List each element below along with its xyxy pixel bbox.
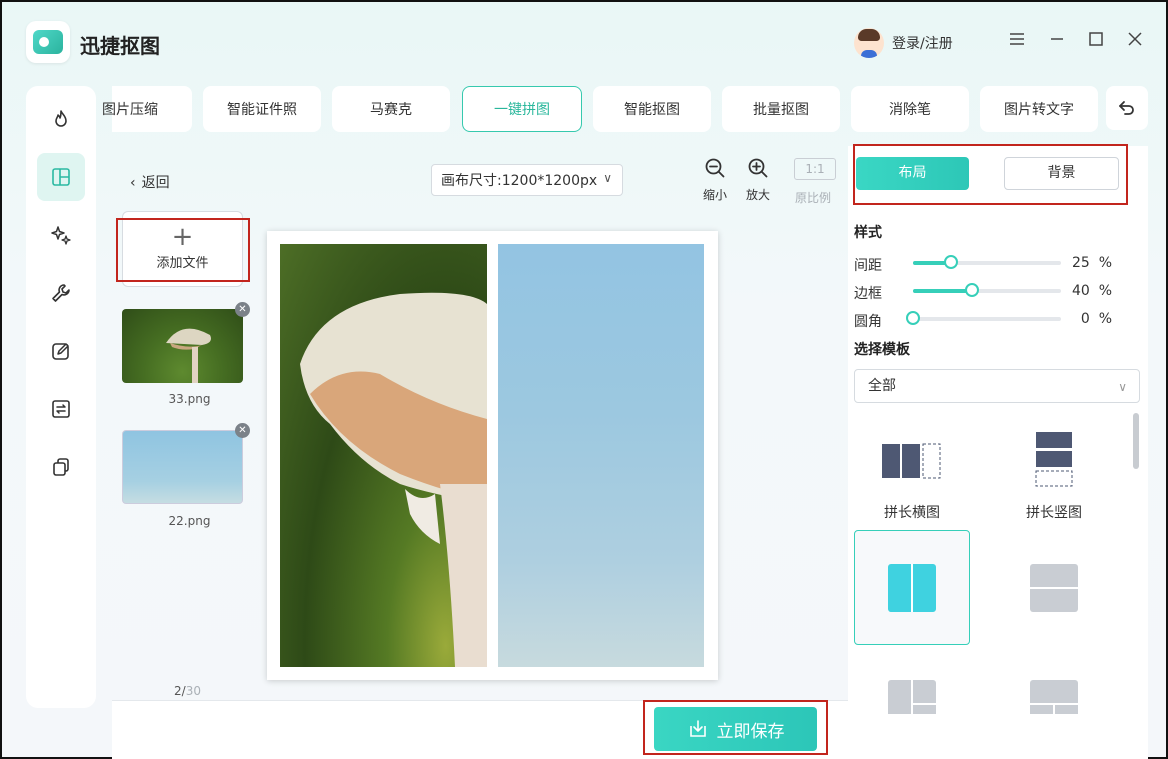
template-title: 选择模板 (854, 342, 910, 358)
file-count: 2/30 (174, 684, 201, 698)
minimize-icon[interactable] (1045, 30, 1069, 54)
zoom-out-icon (705, 158, 725, 178)
convert-icon[interactable] (37, 385, 85, 433)
close-icon[interactable] (1123, 30, 1147, 54)
tab-image-compress[interactable]: 图片压缩 (102, 86, 192, 132)
tab-eraser[interactable]: 消除笔 (851, 86, 969, 132)
file-name: 22.png (168, 514, 211, 528)
save-highlight (643, 700, 828, 755)
app-logo (26, 21, 70, 63)
edit-icon[interactable] (37, 327, 85, 375)
chevron-down-icon: ∨ (603, 171, 612, 185)
spacing-label: 间距 (854, 258, 882, 274)
zoom-out-button[interactable]: 缩小 (698, 156, 732, 203)
tabs-highlight (853, 144, 1128, 205)
spacing-value: 25 % (1071, 255, 1112, 271)
login-link[interactable]: 登录/注册 (892, 33, 953, 53)
back-button[interactable]: ‹ 返回 (130, 172, 170, 192)
scrollbar[interactable] (1133, 413, 1139, 469)
tab-batch-cutout[interactable]: 批量抠图 (722, 86, 840, 132)
template-three-rows[interactable] (996, 678, 1112, 714)
template-filter-select[interactable]: 全部 ∨ (854, 369, 1140, 403)
spacing-slider[interactable] (913, 255, 1061, 269)
template-three-grid[interactable] (854, 678, 970, 714)
sparkle-icon[interactable] (37, 211, 85, 259)
file-name: 33.png (168, 392, 211, 406)
file-thumbnail[interactable] (122, 430, 243, 504)
tab-mosaic[interactable]: 马赛克 (332, 86, 450, 132)
template-two-rows[interactable] (996, 530, 1112, 645)
radius-value: 0 % (1080, 311, 1112, 327)
tab-one-click-collage[interactable]: 一键拼图 (462, 86, 582, 132)
zoom-in-icon (748, 158, 768, 178)
border-value: 40 % (1071, 283, 1112, 299)
menu-icon[interactable] (1005, 30, 1029, 54)
template-name: 拼长横图 (884, 505, 940, 521)
flame-icon[interactable] (37, 95, 85, 143)
original-ratio-button[interactable]: 1:1 (794, 158, 836, 180)
copy-icon[interactable] (37, 443, 85, 491)
file-thumbnail[interactable] (122, 309, 243, 383)
left-rail (26, 86, 96, 708)
style-title: 样式 (854, 225, 882, 241)
zoom-in-button[interactable]: 放大 (741, 156, 775, 203)
wrench-icon[interactable] (37, 269, 85, 317)
template-name: 拼长竖图 (1026, 505, 1082, 521)
radius-slider[interactable] (906, 311, 1061, 325)
remove-file-icon[interactable]: ✕ (235, 423, 250, 438)
border-label: 边框 (854, 286, 882, 302)
border-slider[interactable] (913, 283, 1061, 297)
app-title: 迅捷抠图 (80, 34, 160, 58)
chevron-down-icon: ∨ (1118, 380, 1127, 394)
collage-cell-mushroom[interactable] (280, 244, 487, 667)
tab-smart-cutout[interactable]: 智能抠图 (593, 86, 711, 132)
collage-cell-sky[interactable] (498, 244, 704, 667)
radius-label: 圆角 (854, 314, 882, 330)
maximize-icon[interactable] (1084, 30, 1108, 54)
template-two-columns[interactable] (854, 530, 970, 645)
add-file-highlight (116, 218, 250, 282)
remove-file-icon[interactable]: ✕ (235, 302, 250, 317)
undo-icon[interactable] (1106, 86, 1148, 130)
tab-id-photo[interactable]: 智能证件照 (203, 86, 321, 132)
collage-icon[interactable] (37, 153, 85, 201)
tab-image-to-text[interactable]: 图片转文字 (980, 86, 1098, 132)
chevron-left-icon: ‹ (130, 175, 136, 191)
user-avatar[interactable] (854, 28, 884, 58)
original-ratio-label: 原比例 (795, 191, 832, 205)
canvas-size-select[interactable]: 画布尺寸:1200*1200px ∨ (431, 164, 623, 196)
